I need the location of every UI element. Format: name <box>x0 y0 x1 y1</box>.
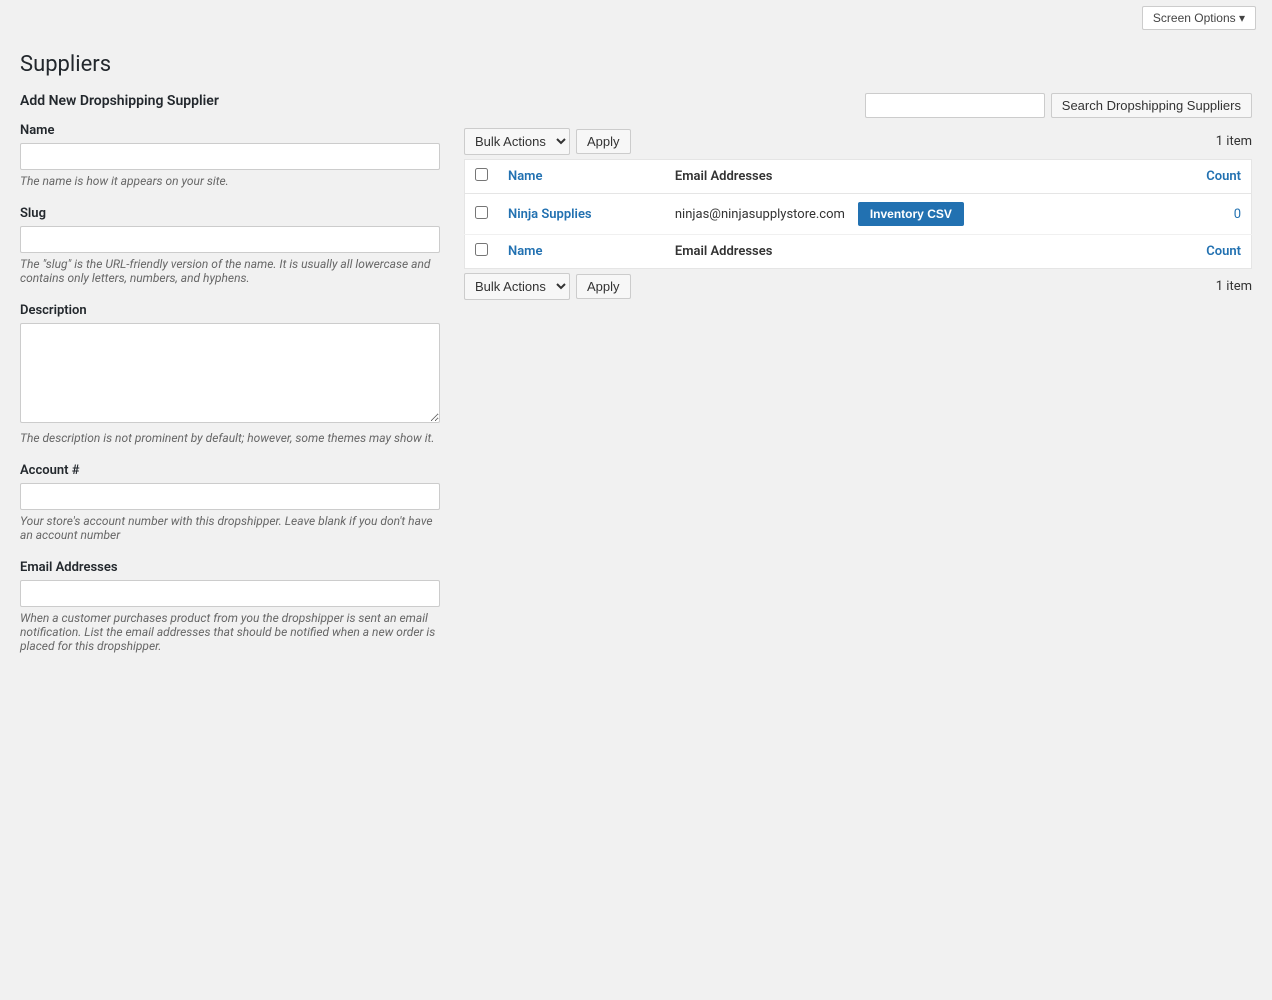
name-input[interactable] <box>20 143 440 170</box>
footer-header-name[interactable]: Name <box>498 235 665 269</box>
top-bulk-actions-select[interactable]: Bulk Actions <box>464 128 570 155</box>
description-field-group: Description The description is not promi… <box>20 303 440 445</box>
search-bar: Search Dropshipping Suppliers <box>464 93 1252 118</box>
table-footer-header-row: Name Email Addresses Count <box>465 235 1252 269</box>
suppliers-table: Name Email Addresses Count Ninja Supplie… <box>464 159 1252 269</box>
account-label: Account # <box>20 463 440 478</box>
slug-input[interactable] <box>20 226 440 253</box>
bottom-bulk-actions-select[interactable]: Bulk Actions <box>464 273 570 300</box>
footer-header-email: Email Addresses <box>665 235 1163 269</box>
screen-options-bar: Screen Options ▾ <box>0 0 1272 36</box>
supplier-name-link[interactable]: Ninja Supplies <box>508 207 592 222</box>
table-header-row: Name Email Addresses Count <box>465 160 1252 194</box>
top-toolbar: Bulk Actions Apply 1 item <box>464 128 1252 155</box>
description-label: Description <box>20 303 440 318</box>
left-panel: Add New Dropshipping Supplier Name The n… <box>20 93 440 671</box>
account-field-group: Account # Your store's account number wi… <box>20 463 440 542</box>
table-row: Ninja Supplies ninjas@ninjasupplystore.c… <box>465 194 1252 235</box>
header-checkbox-cell <box>465 160 499 194</box>
top-toolbar-left: Bulk Actions Apply <box>464 128 631 155</box>
footer-select-all-checkbox[interactable] <box>475 243 488 256</box>
inventory-csv-button[interactable]: Inventory CSV <box>858 202 964 226</box>
screen-options-button[interactable]: Screen Options ▾ <box>1142 6 1256 30</box>
description-hint: The description is not prominent by defa… <box>20 431 440 445</box>
email-input[interactable] <box>20 580 440 607</box>
top-apply-button[interactable]: Apply <box>576 129 631 154</box>
row-count-cell[interactable]: 0 <box>1163 194 1252 235</box>
header-count[interactable]: Count <box>1163 160 1252 194</box>
bottom-item-count: 1 item <box>1216 279 1252 294</box>
description-textarea[interactable] <box>20 323 440 423</box>
top-item-count: 1 item <box>1216 134 1252 149</box>
header-email: Email Addresses <box>665 160 1163 194</box>
row-name-cell: Ninja Supplies <box>498 194 665 235</box>
name-label: Name <box>20 123 440 138</box>
row-email-cell: ninjas@ninjasupplystore.com Inventory CS… <box>665 194 1163 235</box>
add-supplier-heading: Add New Dropshipping Supplier <box>20 93 440 109</box>
search-input[interactable] <box>865 93 1045 118</box>
row-checkbox-0[interactable] <box>475 206 488 219</box>
slug-label: Slug <box>20 206 440 221</box>
select-all-checkbox[interactable] <box>475 168 488 181</box>
footer-checkbox-cell <box>465 235 499 269</box>
email-label: Email Addresses <box>20 560 440 575</box>
slug-hint: The "slug" is the URL-friendly version o… <box>20 257 440 285</box>
bottom-toolbar: Bulk Actions Apply 1 item <box>464 273 1252 300</box>
name-field-group: Name The name is how it appears on your … <box>20 123 440 188</box>
email-field-group: Email Addresses When a customer purchase… <box>20 560 440 653</box>
page-wrapper: Suppliers Add New Dropshipping Supplier … <box>0 36 1272 687</box>
account-hint: Your store's account number with this dr… <box>20 514 440 542</box>
email-hint: When a customer purchases product from y… <box>20 611 440 653</box>
right-panel: Search Dropshipping Suppliers Bulk Actio… <box>464 93 1252 304</box>
supplier-email: ninjas@ninjasupplystore.com <box>675 207 845 222</box>
search-button[interactable]: Search Dropshipping Suppliers <box>1051 93 1252 118</box>
footer-header-count[interactable]: Count <box>1163 235 1252 269</box>
page-title: Suppliers <box>20 52 1252 77</box>
name-hint: The name is how it appears on your site. <box>20 174 440 188</box>
bottom-toolbar-left: Bulk Actions Apply <box>464 273 631 300</box>
header-name[interactable]: Name <box>498 160 665 194</box>
main-layout: Add New Dropshipping Supplier Name The n… <box>20 93 1252 671</box>
row-checkbox-cell <box>465 194 499 235</box>
bottom-apply-button[interactable]: Apply <box>576 274 631 299</box>
slug-field-group: Slug The "slug" is the URL-friendly vers… <box>20 206 440 285</box>
account-input[interactable] <box>20 483 440 510</box>
